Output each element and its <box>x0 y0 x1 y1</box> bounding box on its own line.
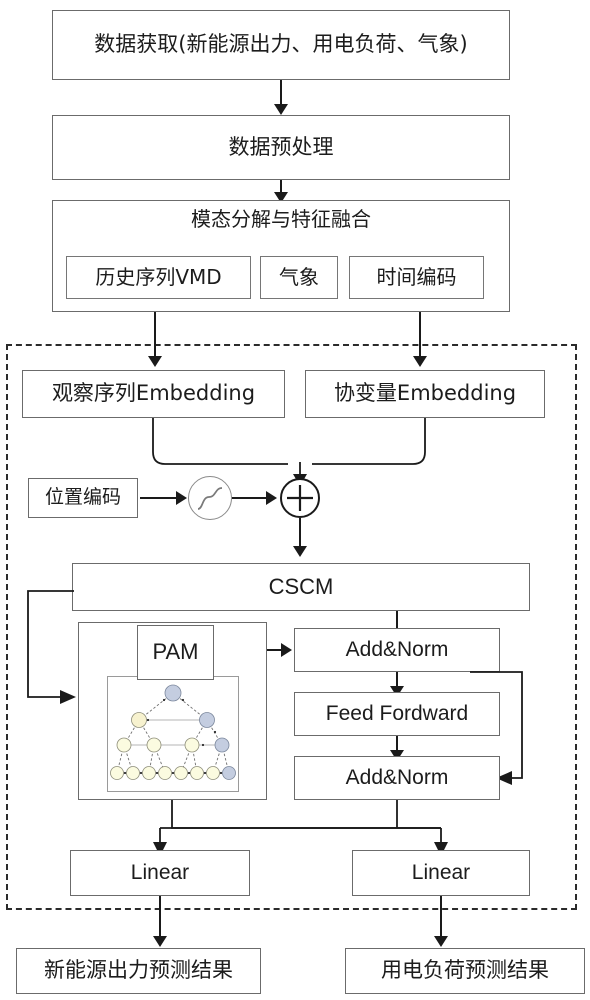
connector-posenc-to-sine <box>140 497 180 499</box>
flowchart-canvas: 数据获取(新能源出力、用电负荷、气象) 数据预处理 模态分解与特征融合 历史序列… <box>0 0 590 1000</box>
substage-time-encoding-label: 时间编码 <box>376 265 457 290</box>
arrowhead-vmd-to-obs-embedding <box>148 356 162 367</box>
cscm-box[interactable]: CSCM <box>72 563 530 611</box>
substage-weather-box[interactable]: 气象 <box>260 256 338 299</box>
stage-decomposition-fusion-label: 模态分解与特征融合 <box>191 207 371 231</box>
linear-right-box[interactable]: Linear <box>352 850 530 896</box>
covariate-embedding-box[interactable]: 协变量Embedding <box>305 370 545 418</box>
stage-preprocessing-box[interactable]: 数据预处理 <box>52 115 510 180</box>
substage-vmd-label: 历史序列VMD <box>95 265 222 290</box>
connector-timeenc-to-cov-embedding <box>419 312 421 362</box>
arrowhead-sine-to-plus <box>266 491 277 505</box>
cscm-label: CSCM <box>268 573 334 599</box>
pam-label: PAM <box>152 639 199 665</box>
stage-preprocessing-label: 数据预处理 <box>228 134 334 159</box>
pam-label-box[interactable]: PAM <box>137 625 214 680</box>
observation-sequence-embedding-label: 观察序列Embedding <box>51 381 256 406</box>
connector-vmd-to-obs-embedding <box>154 312 156 362</box>
add-norm-bottom-box[interactable]: Add&Norm <box>294 756 500 800</box>
pam-pyramid-attention-graph <box>107 676 239 792</box>
covariate-embedding-label: 协变量Embedding <box>333 381 517 406</box>
substage-time-encoding-box[interactable]: 时间编码 <box>349 256 484 299</box>
arrowhead-stage1-stage2 <box>274 104 288 115</box>
add-norm-top-label: Add&Norm <box>345 638 449 662</box>
arrowhead-posenc-to-sine <box>176 491 187 505</box>
arrowhead-pam-to-addnorm-top <box>281 643 292 657</box>
arrowhead-linear-right-to-output <box>434 936 448 947</box>
stage-data-acquisition-label: 数据获取(新能源出力、用电负荷、气象) <box>94 32 468 57</box>
output-renewable-forecast-label: 新能源出力预测结果 <box>44 958 233 983</box>
arrowhead-linear-left-to-output <box>153 936 167 947</box>
linear-right-label: Linear <box>411 861 471 885</box>
connector-sine-to-plus <box>232 497 270 499</box>
add-norm-top-box[interactable]: Add&Norm <box>294 628 500 672</box>
linear-left-label: Linear <box>130 861 190 885</box>
output-load-forecast-label: 用电负荷预测结果 <box>381 958 549 983</box>
add-norm-bottom-label: Add&Norm <box>345 766 449 790</box>
feed-forward-label: Feed Fordward <box>325 702 469 726</box>
substage-vmd-box[interactable]: 历史序列VMD <box>66 256 251 299</box>
positional-encoding-box[interactable]: 位置编码 <box>28 478 138 518</box>
sine-wave-icon <box>188 476 232 520</box>
output-renewable-forecast-box[interactable]: 新能源出力预测结果 <box>16 948 261 994</box>
positional-encoding-label: 位置编码 <box>44 486 121 509</box>
stage-data-acquisition-box[interactable]: 数据获取(新能源出力、用电负荷、气象) <box>52 10 510 80</box>
linear-left-box[interactable]: Linear <box>70 850 250 896</box>
output-load-forecast-box[interactable]: 用电负荷预测结果 <box>345 948 585 994</box>
substage-weather-label: 气象 <box>279 265 319 290</box>
arrowhead-timeenc-to-cov-embedding <box>413 356 427 367</box>
stage-decomposition-fusion-box[interactable]: 模态分解与特征融合 历史序列VMD 气象 时间编码 <box>52 200 510 312</box>
feed-forward-box[interactable]: Feed Fordward <box>294 692 500 736</box>
observation-sequence-embedding-box[interactable]: 观察序列Embedding <box>22 370 285 418</box>
arrowhead-plus-to-cscm <box>293 546 307 557</box>
circled-plus-icon <box>280 478 320 518</box>
